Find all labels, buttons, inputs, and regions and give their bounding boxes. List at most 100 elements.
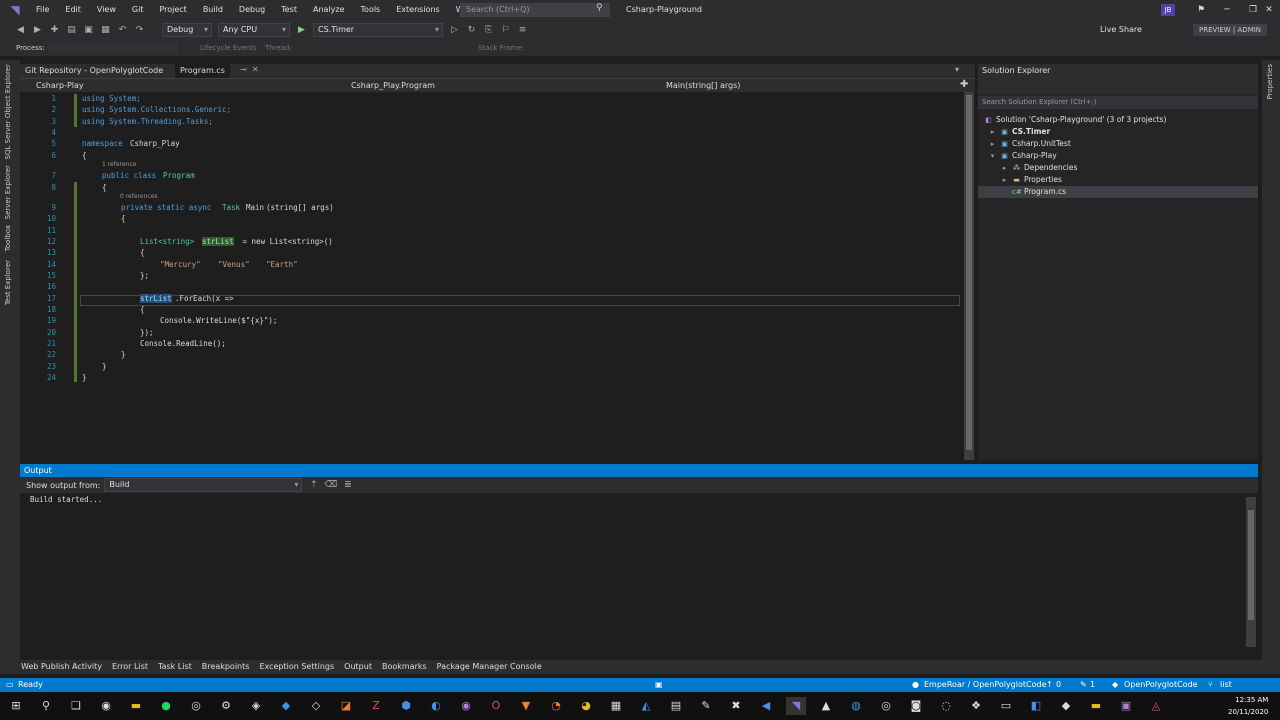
project-nav-select[interactable]: Csharp-Play [20,79,335,92]
menu-extensions[interactable]: Extensions [388,0,447,20]
notification-icon[interactable]: ▣ [655,678,663,692]
save-icon[interactable]: ▣ [82,24,95,37]
sql-server-object-explorer-tab[interactable]: SQL Server Object Explorer [4,64,12,159]
run-icon[interactable]: ▷ [448,24,461,37]
opera-icon[interactable]: O [486,697,506,715]
chrome-icon[interactable]: ◕ [576,697,596,715]
tree-item-dependencies[interactable]: ▸ ⁂ Dependencies [1000,162,1078,174]
app-icon[interactable]: ◌ [936,697,956,715]
start-icon[interactable]: ▶ [295,24,308,37]
folder-icon[interactable]: ▬ [1086,697,1106,715]
tab-bookmarks[interactable]: Bookmarks [377,660,432,674]
tree-item-solution[interactable]: ◧ Solution 'Csharp-Playground' (3 of 3 pr… [984,114,1166,126]
live-share-button[interactable]: Live Share [1100,20,1142,40]
tab-exception-settings[interactable]: Exception Settings [254,660,339,674]
menu-test[interactable]: Test [273,0,305,20]
tab-breakpoints[interactable]: Breakpoints [197,660,255,674]
find-message-icon[interactable]: ⇡ [307,479,320,492]
app-icon[interactable]: ◎ [876,697,896,715]
active-repository[interactable]: OpenPolyglotCode [1124,678,1198,692]
expand-arrow-icon[interactable]: ▸ [1000,176,1009,185]
clear-all-icon[interactable]: ⌫ [324,479,338,492]
tab-program-cs[interactable]: Program.cs [175,64,230,78]
collapse-arrow-icon[interactable]: ▾ [988,152,997,161]
app-icon[interactable]: ⚙ [216,697,236,715]
new-item-icon[interactable]: ✚ [48,24,61,37]
app-icon[interactable]: ▲ [816,697,836,715]
avatar[interactable]: JB [1161,4,1175,16]
tab-overflow-icon[interactable]: ▾ [955,65,959,74]
class-nav-select[interactable]: Csharp_Play.Program [335,79,650,92]
undo-icon[interactable]: ↶ [116,24,129,37]
back-icon[interactable]: ◀ [14,24,27,37]
tree-item-program-cs[interactable]: c# Program.cs [978,186,1258,198]
menu-debug[interactable]: Debug [231,0,273,20]
vscode-icon[interactable]: ◀ [756,697,776,715]
save-all-icon[interactable]: ▦ [99,24,112,37]
file-explorer-icon[interactable]: ▬ [126,697,146,715]
app-icon[interactable]: ✎ [696,697,716,715]
app-icon[interactable]: ▤ [666,697,686,715]
system-clock[interactable]: 12:35 AM 20/11/2020 [1228,694,1268,718]
editor-scrollbar-thumb[interactable] [966,95,972,450]
menu-view[interactable]: View [89,0,124,20]
search-input[interactable]: Search (Ctrl+Q) [460,3,610,17]
output-source-select[interactable]: Build [104,478,303,492]
app-icon[interactable]: ✖ [726,697,746,715]
app-icon[interactable]: ◆ [1056,697,1076,715]
test-explorer-tab[interactable]: Test Explorer [4,260,12,305]
word-wrap-icon[interactable]: ≣ [341,479,354,492]
spotify-icon[interactable]: ● [156,697,176,715]
app-icon[interactable]: ◍ [846,697,866,715]
output-text[interactable]: Build started... [20,493,1258,506]
firefox-icon[interactable]: ◔ [546,697,566,715]
github-icon[interactable]: ● [912,678,919,692]
code-editor[interactable]: 1 2 3 4 5 6 7 8 9 10 11 12 13 14 15 16 1… [20,92,960,460]
codelens-references[interactable]: 1 reference [102,161,136,168]
platform-select[interactable]: Any CPU [218,23,290,37]
bookmark-icon[interactable]: ⚐ [499,24,512,37]
task-view-icon[interactable]: ❏ [66,697,86,715]
menu-tools[interactable]: Tools [353,0,389,20]
github-desktop-icon[interactable]: ◉ [96,697,116,715]
menu-build[interactable]: Build [195,0,231,20]
app-icon[interactable]: ◧ [1026,697,1046,715]
tree-item-properties[interactable]: ▸ ▬ Properties [1000,174,1062,186]
repo-icon[interactable]: ◆ [1112,678,1118,692]
browser-link-icon[interactable]: ⎘ [482,24,495,37]
app-icon[interactable]: ◆ [276,697,296,715]
expand-arrow-icon[interactable]: ▸ [1000,164,1009,173]
close-button[interactable]: ✕ [1256,0,1280,20]
terminal-icon[interactable]: ▭ [996,697,1016,715]
expand-arrow-icon[interactable]: ▸ [988,128,997,137]
tab-web-publish-activity[interactable]: Web Publish Activity [16,660,107,674]
tree-item-cs-timer[interactable]: ▸ ▣ CS.Timer [988,126,1050,138]
tab-git-repository[interactable]: Git Repository - OpenPolyglotCode [20,64,168,78]
pencil-icon[interactable]: ✎ [1080,678,1087,692]
menu-analyze[interactable]: Analyze [305,0,353,20]
app-icon[interactable]: ◙ [906,697,926,715]
tab-task-list[interactable]: Task List [153,660,197,674]
edge-icon[interactable]: ◐ [426,697,446,715]
branch-icon[interactable]: ⑂ [1208,678,1213,692]
app-icon[interactable]: ◈ [246,697,266,715]
minimize-button[interactable]: ─ [1214,0,1240,20]
app-icon[interactable]: ◭ [636,697,656,715]
comment-icon[interactable]: ≡ [516,24,529,37]
redo-icon[interactable]: ↷ [133,24,146,37]
tree-item-csharp-play[interactable]: ▾ ▣ Csharp-Play [988,150,1057,162]
search-icon[interactable]: ⚲ [36,697,56,715]
toolbox-tab[interactable]: Toolbox [4,225,12,251]
unpushed-count[interactable]: 0 [1056,678,1061,692]
tab-package-manager-console[interactable]: Package Manager Console [432,660,547,674]
forward-icon[interactable]: ▶ [31,24,44,37]
codelens-references[interactable]: 0 references [120,193,158,200]
app-icon[interactable]: ◎ [186,697,206,715]
branch-name[interactable]: list [1220,678,1232,692]
feedback-icon[interactable]: ⚑ [1188,0,1214,20]
configuration-select[interactable]: Debug [162,23,212,37]
app-icon[interactable]: ◇ [306,697,326,715]
menu-edit[interactable]: Edit [57,0,89,20]
app-icon[interactable]: ▣ [1116,697,1136,715]
close-tab-icon[interactable]: ✕ [252,65,259,74]
